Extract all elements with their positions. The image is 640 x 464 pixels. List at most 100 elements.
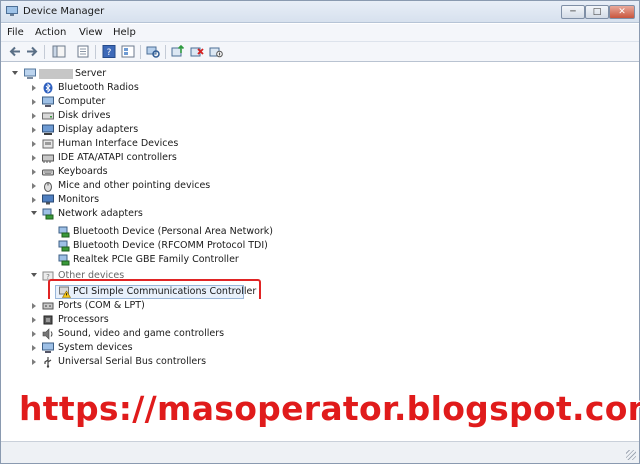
close-button[interactable]: ✕ — [609, 5, 635, 19]
collapsed-arrow-icon[interactable] — [32, 155, 36, 161]
uninstall-device-icon[interactable] — [190, 45, 204, 58]
menu-action[interactable]: Action — [35, 27, 66, 38]
tree-item-human-interface-devices[interactable]: Human Interface Devices — [7, 137, 307, 151]
help-icon[interactable]: ? — [102, 45, 116, 58]
collapsed-arrow-icon[interactable] — [32, 317, 36, 323]
network-adapter-icon — [42, 208, 54, 220]
device-tree-lower: Ports (COM & LPT) Processors Sound, vide… — [7, 299, 635, 389]
collapsed-arrow-icon[interactable] — [32, 183, 36, 189]
collapsed-arrow-icon[interactable] — [32, 141, 36, 147]
tree-item-display-adapters[interactable]: Display adapters — [7, 123, 307, 137]
device-manager-window: Device Manager ─ □ ✕ File Action View He… — [0, 0, 640, 464]
tree-item-label: Processors — [58, 314, 109, 325]
properties-icon[interactable] — [76, 45, 90, 58]
watermark-url: https://masoperator.blogspot.com — [19, 389, 640, 428]
tree-item-label: Network adapters — [58, 208, 143, 219]
keyboard-icon — [42, 169, 54, 176]
network-adapter-icon — [58, 254, 70, 266]
tree-item-label: Bluetooth Radios — [58, 82, 139, 93]
processor-icon — [43, 315, 53, 325]
toolbar-separator — [44, 45, 45, 59]
forward-arrow-icon[interactable] — [25, 45, 39, 58]
blurred-machine-name — [39, 69, 73, 79]
window-title: Device Manager — [23, 6, 105, 17]
view-icon[interactable] — [121, 45, 135, 58]
network-adapter-icon — [58, 240, 70, 252]
device-manager-icon — [6, 6, 18, 16]
tree-item-label: Computer — [58, 96, 106, 107]
tree-item-realtek[interactable]: Realtek PCIe GBE Family Controller — [7, 253, 307, 267]
tree-item-computer[interactable]: Computer — [7, 95, 307, 109]
port-icon — [42, 302, 54, 310]
update-driver-icon[interactable] — [171, 45, 185, 58]
tree-item-mice[interactable]: Mice and other pointing devices — [7, 179, 307, 193]
tree-item-ports[interactable]: Ports (COM & LPT) — [7, 299, 307, 313]
tree-item-ide-controllers[interactable]: IDE ATA/ATAPI controllers — [7, 151, 307, 165]
collapsed-arrow-icon[interactable] — [32, 359, 36, 365]
menu-bar: File Action View Help — [1, 24, 639, 42]
system-device-icon — [42, 342, 54, 353]
toolbar-separator — [165, 45, 166, 59]
tree-item-bt-pan[interactable]: Bluetooth Device (Personal Area Network) — [7, 225, 307, 239]
tree-item-monitors[interactable]: Monitors — [7, 193, 307, 207]
tree-item-label: Bluetooth Device (Personal Area Network) — [73, 226, 274, 237]
tree-item-label: Monitors — [58, 194, 100, 205]
show-hide-console-tree-icon[interactable] — [52, 45, 66, 58]
collapsed-arrow-icon[interactable] — [32, 331, 36, 337]
expanded-arrow-icon[interactable] — [31, 211, 37, 215]
tree-item-processors[interactable]: Processors — [7, 313, 307, 327]
collapsed-arrow-icon[interactable] — [32, 169, 36, 175]
network-adapter-icon — [58, 226, 70, 238]
expanded-arrow-icon[interactable] — [12, 71, 18, 75]
computer-icon — [42, 96, 54, 107]
tree-item-bluetooth-radios[interactable]: Bluetooth Radios — [7, 81, 307, 95]
collapsed-arrow-icon[interactable] — [32, 99, 36, 105]
server-computer-icon — [24, 68, 36, 79]
root-label: Server — [75, 68, 107, 79]
mouse-icon — [44, 182, 52, 192]
tree-item-label: Ports (COM & LPT) — [58, 300, 145, 311]
toolbar: ? — [1, 42, 639, 62]
collapsed-arrow-icon[interactable] — [32, 345, 36, 351]
disable-device-icon[interactable] — [209, 45, 223, 58]
tree-item-label: Mice and other pointing devices — [58, 180, 211, 191]
toolbar-separator — [140, 45, 141, 59]
tree-item-sound[interactable]: Sound, video and game controllers — [7, 327, 307, 341]
tree-item-label: IDE ATA/ATAPI controllers — [58, 152, 177, 163]
tree-item-network-adapters[interactable]: Network adapters — [7, 207, 307, 221]
tree-item-label: Display adapters — [58, 124, 139, 135]
monitor-icon — [42, 194, 54, 205]
tree-root[interactable]: Server — [7, 67, 207, 81]
tree-item-disk-drives[interactable]: Disk drives — [7, 109, 307, 123]
tree-item-label: Sound, video and game controllers — [58, 328, 225, 339]
tree-item-label: System devices — [58, 342, 133, 353]
bluetooth-icon — [43, 82, 53, 94]
expanded-arrow-icon[interactable] — [31, 273, 37, 277]
disk-drive-icon — [42, 112, 54, 120]
collapsed-arrow-icon[interactable] — [32, 197, 36, 203]
maximize-button[interactable]: □ — [585, 5, 609, 19]
tree-item-usb-controllers[interactable]: Universal Serial Bus controllers — [7, 355, 307, 369]
tree-item-label: Human Interface Devices — [58, 138, 179, 149]
title-bar[interactable]: Device Manager ─ □ ✕ — [1, 1, 639, 23]
sound-icon — [42, 328, 53, 340]
toolbar-separator — [95, 45, 96, 59]
menu-file[interactable]: File — [7, 27, 24, 38]
collapsed-arrow-icon[interactable] — [32, 113, 36, 119]
scan-hardware-changes-icon[interactable] — [146, 45, 160, 58]
hid-icon — [42, 139, 54, 149]
resize-grip-icon[interactable] — [626, 450, 636, 460]
tree-item-keyboards[interactable]: Keyboards — [7, 165, 307, 179]
collapsed-arrow-icon[interactable] — [32, 303, 36, 309]
tree-item-bt-rfcomm[interactable]: Bluetooth Device (RFCOMM Protocol TDI) — [7, 239, 307, 253]
ide-controller-icon — [42, 154, 54, 163]
tree-item-system-devices[interactable]: System devices — [7, 341, 307, 355]
status-bar — [1, 441, 639, 463]
menu-help[interactable]: Help — [113, 27, 136, 38]
minimize-button[interactable]: ─ — [561, 5, 585, 19]
collapsed-arrow-icon[interactable] — [32, 85, 36, 91]
collapsed-arrow-icon[interactable] — [32, 127, 36, 133]
menu-view[interactable]: View — [79, 27, 103, 38]
back-arrow-icon[interactable] — [8, 45, 22, 58]
tree-item-label: Realtek PCIe GBE Family Controller — [73, 254, 239, 265]
